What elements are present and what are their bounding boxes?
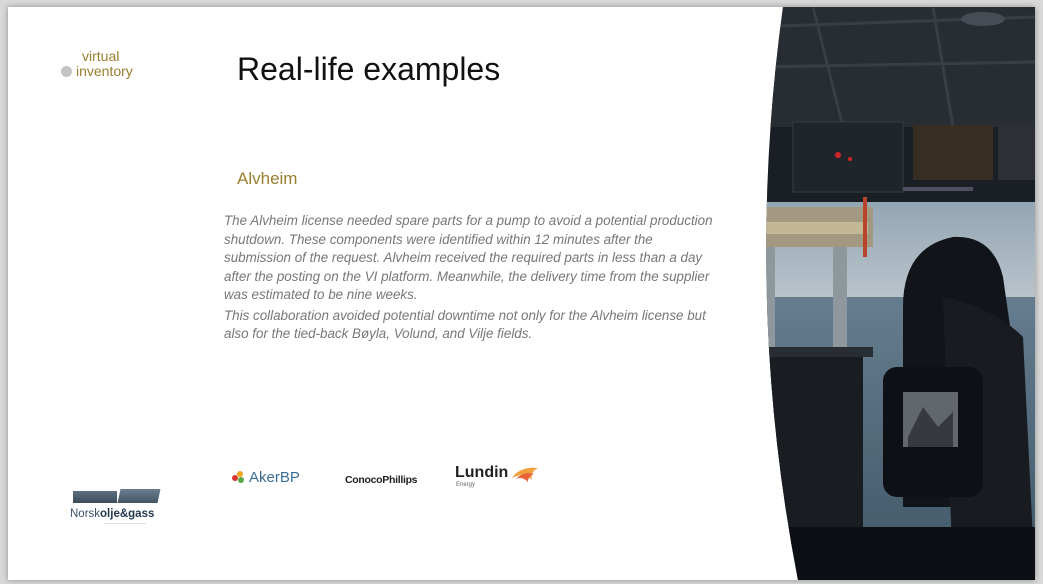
norsk-logo-mark-icon — [70, 489, 170, 505]
brand-dot-icon — [61, 66, 72, 77]
brand-line-2: inventory — [76, 63, 133, 79]
akerbp-mark-icon — [232, 471, 246, 483]
norsk-logo-text: Norskolje&gass — [70, 508, 170, 520]
norsk-olje-gass-logo: Norskolje&gass ———————————— — [70, 489, 170, 525]
virtual-inventory-logo: virtual inventory — [61, 49, 133, 79]
lundin-text-block: Lundin Energy — [455, 464, 508, 488]
brand-line-2-row: inventory — [61, 64, 133, 79]
bridge-photo-image — [766, 7, 1035, 580]
akerbp-wordmark: AkerBP — [249, 469, 300, 486]
lundin-wordmark: Lundin — [455, 464, 509, 481]
slide-title: Real-life examples — [237, 51, 501, 87]
norsk-logo-prefix: Norsk — [70, 508, 101, 520]
body-paragraph-1: The Alvheim license needed spare parts f… — [224, 213, 713, 302]
norsk-logo-tagline-mark: ———————————— — [104, 521, 146, 525]
body-paragraph-2: This collaboration avoided potential dow… — [224, 307, 706, 342]
slide-subtitle: Alvheim — [237, 169, 298, 188]
brand-line-1: virtual — [82, 48, 120, 64]
conocophillips-logo: ConocoPhillips — [345, 474, 418, 486]
lundin-energy-text: Energy — [456, 482, 476, 488]
slide-body: The Alvheim license needed spare parts f… — [224, 212, 714, 346]
slide: virtual inventory Real-life examples Alv… — [8, 7, 1035, 580]
lundin-flame-icon — [512, 467, 539, 482]
norsk-logo-bold: olje&gass — [100, 508, 155, 520]
lundin-energy-logo: Lundin Energy — [455, 464, 540, 488]
akerbp-logo: AkerBP — [232, 469, 300, 486]
conocophillips-wordmark: ConocoPhillips — [345, 474, 418, 486]
